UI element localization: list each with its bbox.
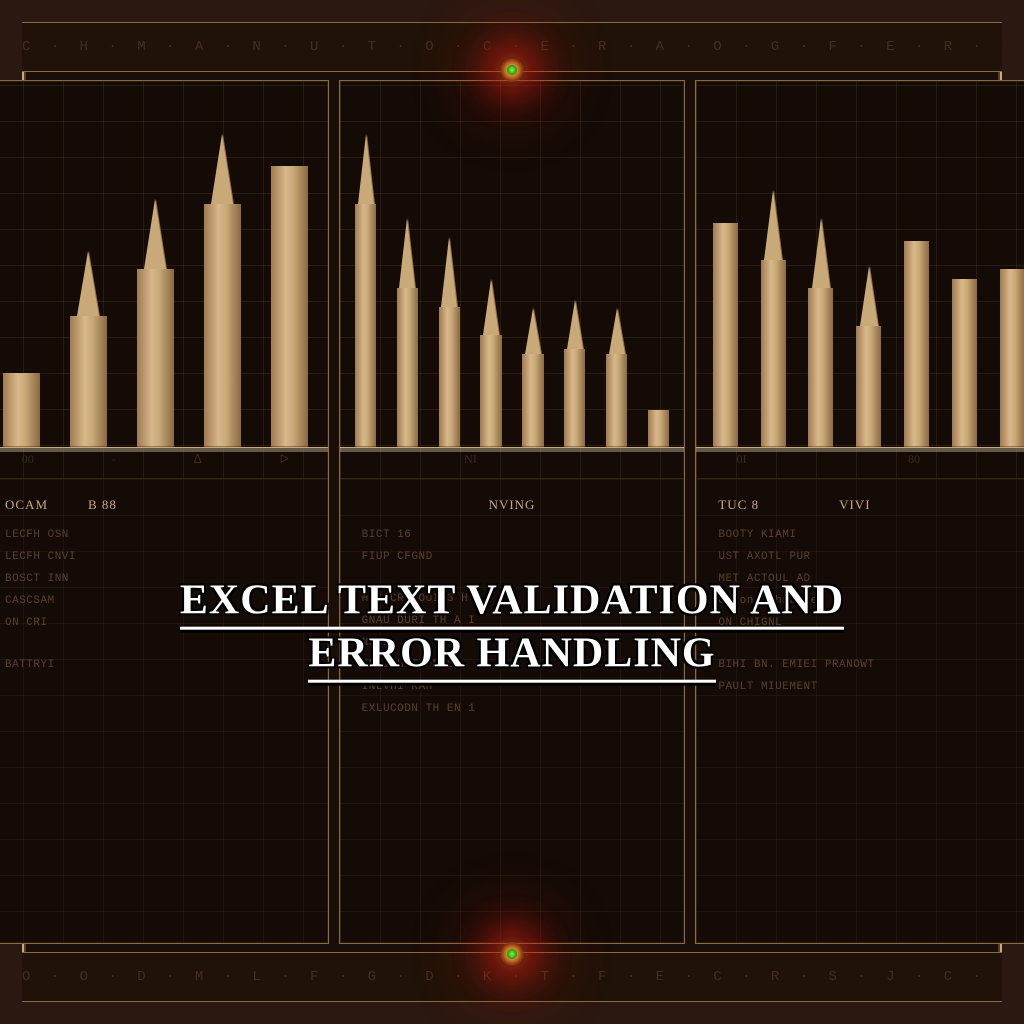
ornamental-text-line: EXLUCODN TH EN 1 <box>362 703 663 715</box>
ornamental-text-line: UST AXOTL PUR <box>718 551 1019 563</box>
beacon-lamp-bottom <box>482 924 542 984</box>
axis-label: - <box>110 452 118 474</box>
panel-2-head-a: NVing <box>489 497 536 513</box>
chart-2-bar-6 <box>557 349 593 447</box>
panel-3-chart: 0I 80 <box>696 81 1024 479</box>
panel-1-axis: 00 - ᐃ ᐅ <box>0 452 328 474</box>
panel-2: NI NVing BICT 16FIUP CFGNDHECCCRIMOUI 3 … <box>339 80 686 944</box>
chart-2-bar-3 <box>431 307 467 448</box>
chart-2-bar-2 <box>390 288 426 447</box>
panel-3-head-b: VIVI <box>839 497 870 513</box>
chart-3-bar-7 <box>991 269 1024 447</box>
panels-row: 00-ᐃᐅ OCAM B 88 LECFH OSNLECFH CNVIBOSCT… <box>22 70 1024 954</box>
panel-2-text: NVing BICT 16FIUP CFGNDHECCCRIMOUI 3 HGN… <box>340 479 685 943</box>
panel-1-text: OCAM B 88 LECFH OSNLECFH CNVIBOSCT INNCA… <box>0 479 328 943</box>
panel-2-axis: NI <box>340 452 685 474</box>
panel-3-text: Tuc 8 VIVI BOOTY KIAMIUST AXOTL PURMET A… <box>696 479 1024 943</box>
axis-label <box>379 452 383 474</box>
axis-label: 00 <box>20 452 36 474</box>
title-line-1: Excel Text Validation and <box>180 576 844 629</box>
ornamental-text-line: BICT 16 <box>362 529 663 541</box>
chart-1-bar-3 <box>125 269 186 447</box>
chart-1-bar-5 <box>259 166 320 447</box>
chart-1-bar-2 <box>58 316 119 447</box>
chart-1-bar-1 <box>0 373 52 448</box>
title-overlay: Excel Text Validation and Error Handling <box>120 576 904 683</box>
chart-3-bar-5 <box>896 241 938 447</box>
panel-3-head-a: Tuc 8 <box>718 497 759 513</box>
axis-label <box>558 452 562 474</box>
axis-label: ᐃ <box>191 452 203 474</box>
title-heading: Excel Text Validation and Error Handling <box>120 576 904 683</box>
chart-1-bar-4 <box>192 204 253 448</box>
chart-2-bar-7 <box>599 354 635 448</box>
panel-3-axis: 0I 80 <box>696 452 1024 474</box>
axis-label <box>825 452 829 474</box>
chart-3-bar-6 <box>943 279 985 448</box>
chart-2-bar-4 <box>473 335 509 448</box>
panel-2-chart: NI <box>340 81 685 479</box>
panel-1-head-b: B 88 <box>88 497 117 513</box>
axis-label <box>641 452 645 474</box>
axis-label: 80 <box>906 452 922 474</box>
chart-3-bar-3 <box>800 288 842 447</box>
axis-label: NI <box>462 452 479 474</box>
ornamental-text-line: LECFH OSN <box>5 529 306 541</box>
axis-label: 0I <box>735 452 749 474</box>
chart-3-bar-2 <box>752 260 794 448</box>
beacon-lamp-top <box>482 40 542 100</box>
panel-1: 00-ᐃᐅ OCAM B 88 LECFH OSNLECFH CNVIBOSCT… <box>0 80 329 944</box>
chart-2-bar-5 <box>515 354 551 448</box>
ornamental-text-line: FIUP CFGND <box>362 551 663 563</box>
chart-3-bar-1 <box>704 223 746 448</box>
chart-3-bar-4 <box>848 326 890 448</box>
panel-3: 0I 80 Tuc 8 VIVI BOOTY KIAMI UST AXOTL PUR… <box>695 80 1024 944</box>
axis-label <box>999 452 1003 474</box>
panel-1-head-a: OCAM <box>5 497 48 513</box>
panel-1-chart: 00 - ᐃ ᐅ <box>0 81 328 479</box>
ornamental-text-line: LECFH CNVI <box>5 551 306 563</box>
chart-2-bar-8 <box>640 410 676 448</box>
title-line-2: Error Handling <box>308 630 715 683</box>
ornamental-text-line: BOOTY KIAMI <box>718 529 1019 541</box>
chart-2-bar-1 <box>348 204 384 448</box>
image-frame: C · H · M · A · N · U · T · O · C · E · … <box>0 0 1024 1024</box>
axis-label: ᐅ <box>278 452 291 474</box>
